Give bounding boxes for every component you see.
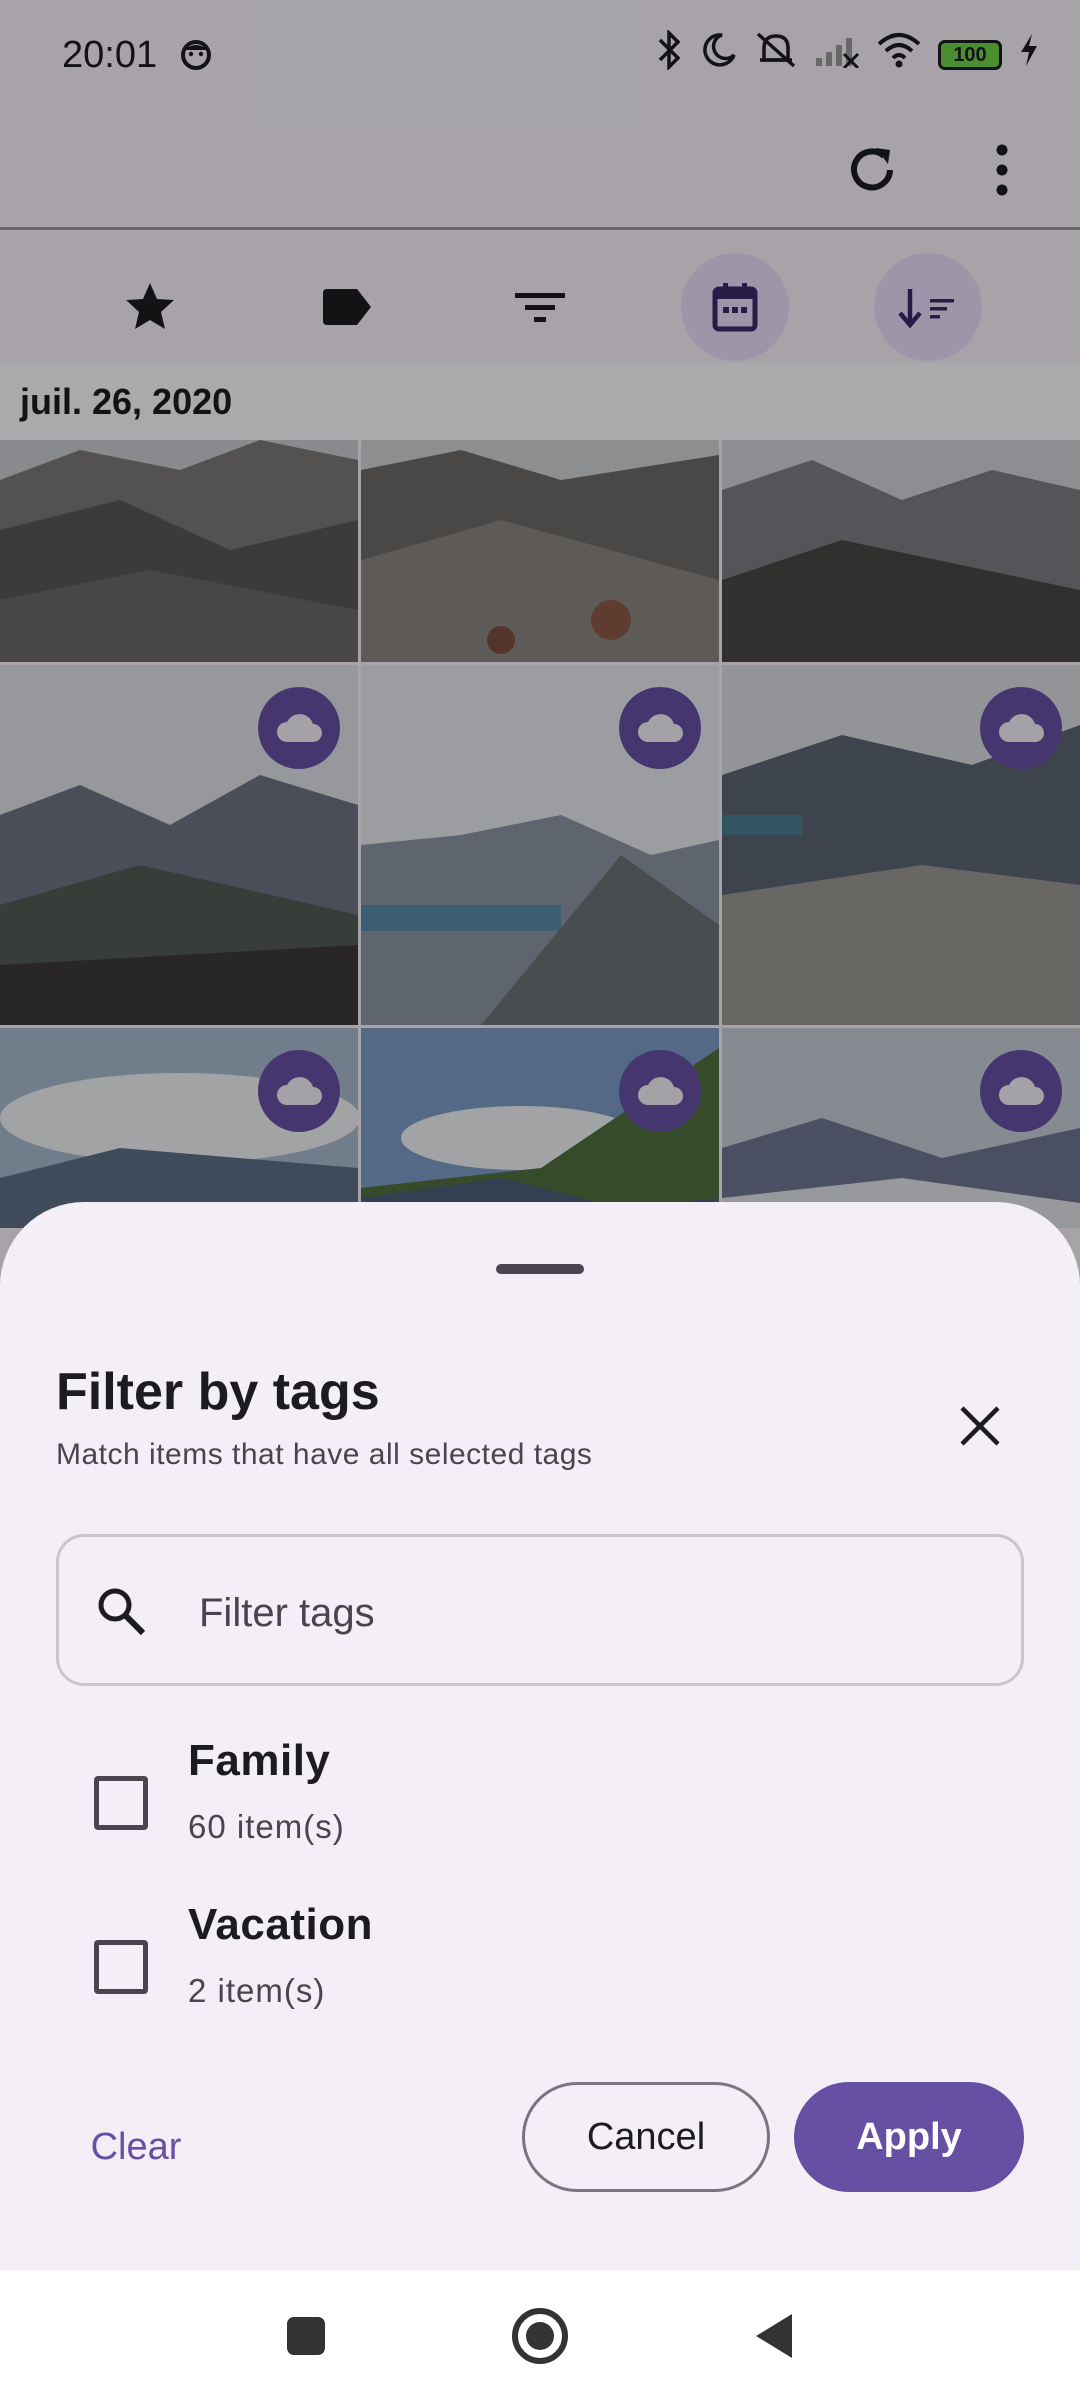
filter-tags-input[interactable] bbox=[199, 1573, 979, 1653]
tag-item-vacation[interactable]: Vacation 2 item(s) bbox=[56, 1886, 1024, 2050]
back-icon[interactable] bbox=[738, 2300, 810, 2372]
search-icon bbox=[93, 1583, 149, 1639]
filter-tags-field[interactable] bbox=[56, 1534, 1024, 1686]
tag-count: 60 item(s) bbox=[188, 1808, 345, 1845]
filter-tags-sheet: Filter by tags Match items that have all… bbox=[0, 1202, 1080, 2270]
sheet-title: Filter by tags bbox=[56, 1363, 380, 1421]
tag-count: 2 item(s) bbox=[188, 1972, 326, 2009]
tag-item-family[interactable]: Family 60 item(s) bbox=[56, 1722, 1024, 1886]
tag-name: Vacation bbox=[188, 1900, 373, 1949]
clear-button[interactable]: Clear bbox=[56, 2092, 216, 2202]
close-icon[interactable] bbox=[942, 1388, 1018, 1464]
apply-button[interactable]: Apply bbox=[794, 2082, 1024, 2192]
tag-checkbox[interactable] bbox=[94, 1776, 148, 1830]
recents-icon[interactable] bbox=[270, 2300, 342, 2372]
system-nav-bar bbox=[0, 2270, 1080, 2400]
tag-checkbox[interactable] bbox=[94, 1940, 148, 1994]
home-icon[interactable] bbox=[504, 2300, 576, 2372]
drag-handle[interactable] bbox=[496, 1264, 584, 1274]
sheet-subtitle: Match items that have all selected tags bbox=[56, 1438, 593, 1471]
cancel-button[interactable]: Cancel bbox=[522, 2082, 770, 2192]
tag-name: Family bbox=[188, 1736, 331, 1785]
